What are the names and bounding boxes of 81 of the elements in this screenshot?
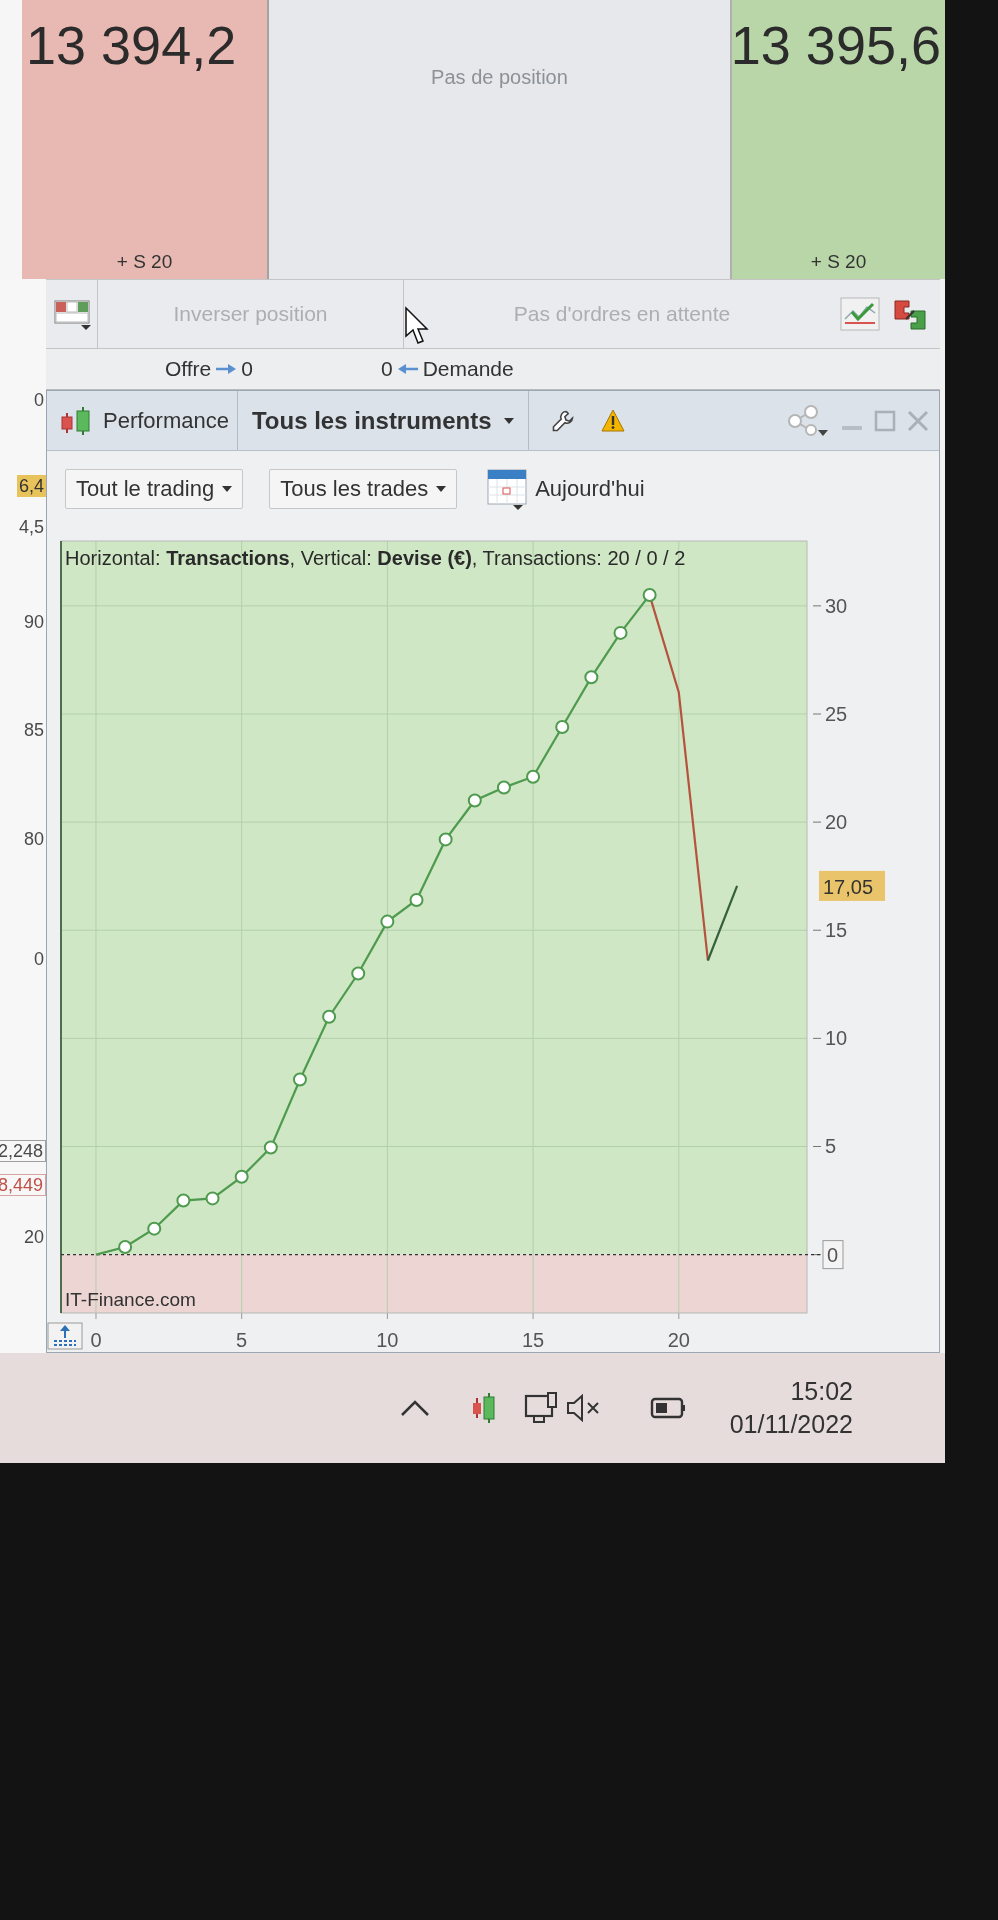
share-icon[interactable]: [786, 404, 830, 437]
axis-label: 20: [825, 811, 848, 834]
value-tag: 17,05: [819, 870, 885, 901]
data-point: [555, 719, 570, 734]
credit-text: IT-Finance.com: [65, 1289, 196, 1310]
axis-label: 0: [90, 1329, 102, 1351]
axis-label: 5: [236, 1329, 248, 1351]
axis-label: 10: [825, 1027, 848, 1050]
data-point: [380, 914, 395, 929]
axis-label: 20: [22, 1226, 45, 1248]
axis-label: 25: [825, 703, 848, 725]
y-tick-label: 17,05: [823, 875, 874, 898]
data-point: [613, 625, 628, 640]
axis-label: 15: [825, 919, 848, 942]
speaker-muted-icon[interactable]: [565, 1392, 600, 1424]
data-point: [496, 780, 511, 795]
data-point: [467, 793, 482, 808]
data-point: [176, 1193, 191, 1208]
puzzle-icon[interactable]: [892, 297, 928, 331]
data-point: [526, 769, 541, 784]
data-point: [118, 1240, 133, 1255]
price-text: 13 395,6: [730, 18, 941, 72]
caret-icon: [436, 486, 447, 492]
axis-label: 80: [22, 828, 45, 850]
data-point: [438, 832, 453, 847]
ask-label: Demande: [422, 357, 514, 381]
axis-label: 30: [825, 594, 848, 617]
cursor-icon: [404, 306, 429, 346]
axis-label: 15: [521, 1329, 545, 1351]
export-icon[interactable]: [47, 1322, 83, 1350]
y-tick-label: 0: [827, 1243, 839, 1266]
calendar-icon[interactable]: [487, 468, 528, 510]
axis-label: 4,5: [17, 516, 45, 538]
wrench-icon[interactable]: [550, 408, 575, 433]
axis-label: 0: [33, 948, 45, 970]
caret-icon: [503, 417, 514, 424]
filter-dropdown[interactable]: Tout le trading: [65, 469, 244, 509]
caret-icon: [222, 486, 233, 492]
data-point: [147, 1221, 162, 1236]
arrow-right-icon: [215, 363, 238, 375]
chevron-up-icon[interactable]: [399, 1399, 430, 1417]
axis-label: 10: [376, 1329, 399, 1351]
data-point: [642, 588, 657, 603]
date-text: 01/11/2022: [729, 1410, 853, 1439]
axis-label: 85: [22, 719, 45, 741]
data-point: [234, 1169, 249, 1184]
chart-title: Horizontal: Transactions, Vertical: Devise (€), Transactions: 20 / 0 / 2: [65, 547, 686, 570]
filter-dropdown[interactable]: Tous les trades: [269, 469, 458, 509]
time-text: 15:02: [790, 1377, 853, 1406]
instrument-dropdown[interactable]: Tous les instruments: [245, 391, 520, 450]
axis-label: 0: [822, 1240, 844, 1270]
axis-label: 90: [22, 611, 45, 633]
data-point: [292, 1072, 307, 1087]
price-text: 13 394,2: [26, 18, 237, 72]
axis-label: 0: [33, 389, 45, 411]
bid-value: 0: [241, 357, 253, 381]
data-point: [409, 892, 424, 907]
position-status: Pas de position: [431, 66, 568, 89]
data-point: [322, 1009, 337, 1024]
data-point: [205, 1191, 220, 1206]
ask-value: 0: [381, 357, 393, 381]
axis-label: 20: [667, 1329, 690, 1351]
data-point: [351, 966, 366, 981]
sell-price-panel[interactable]: 13 394,2 + S 20: [22, 0, 269, 279]
grid-icon: [52, 298, 91, 330]
period-label: Aujourd'hui: [535, 476, 645, 502]
arrow-left-icon: [396, 363, 419, 375]
axis-label: 6,4: [16, 475, 46, 497]
size-text: + S 20: [116, 251, 173, 273]
axis-label: 5: [825, 1135, 837, 1158]
warning-icon[interactable]: [600, 409, 625, 432]
bid-label: Offre: [165, 357, 212, 381]
window-title: Performance: [103, 407, 229, 434]
clock[interactable]: 15:02 01/11/2022: [729, 1377, 853, 1439]
buy-price-panel[interactable]: 13 395,6 + S 20: [730, 0, 945, 279]
monitor-icon[interactable]: [523, 1392, 558, 1424]
chart-check-icon[interactable]: [840, 297, 880, 331]
battery-icon[interactable]: [649, 1396, 686, 1420]
size-text: + S 20: [810, 251, 867, 273]
data-point: [263, 1140, 278, 1155]
data-point: [584, 670, 599, 685]
